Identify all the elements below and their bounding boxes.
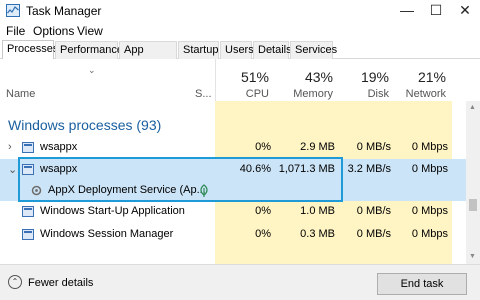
network-value: 0 Mbps — [411, 228, 448, 240]
fewer-details-link[interactable]: Fewer details — [28, 277, 93, 289]
footer-bar: ⌃ Fewer details End task — [0, 264, 480, 300]
memory-label: Memory — [293, 88, 333, 100]
maximize-button[interactable]: ☐ — [421, 0, 451, 22]
network-value: 0 Mbps — [411, 205, 448, 217]
collapse-chevron-icon[interactable]: ⌄ — [8, 163, 17, 176]
cpu-value: 0% — [255, 205, 271, 217]
tab-details[interactable]: Details — [253, 41, 292, 59]
scroll-up-icon[interactable]: ▲ — [469, 104, 476, 111]
cpu-total: 51% — [240, 69, 269, 85]
vertical-scrollbar[interactable]: ▲ ▼ — [466, 101, 480, 264]
memory-value: 2.9 MB — [300, 141, 335, 153]
process-icon — [22, 229, 34, 240]
group-header[interactable]: Windows processes (93) — [8, 117, 161, 133]
task-manager-icon — [6, 4, 20, 17]
window-title: Task Manager — [26, 4, 102, 18]
memory-total: 43% — [304, 69, 333, 85]
collapse-circle-icon[interactable]: ⌃ — [8, 275, 22, 289]
network-total: 21% — [417, 69, 446, 85]
disk-value: 3.2 MB/s — [347, 163, 391, 175]
cpu-value: 0% — [255, 228, 271, 240]
cpu-value: 0% — [255, 141, 271, 153]
process-name: wsappx — [40, 141, 78, 153]
memory-value: 1.0 MB — [300, 205, 335, 217]
column-cpu[interactable]: 51% CPU — [215, 59, 275, 101]
scroll-down-icon[interactable]: ▼ — [469, 253, 476, 260]
menu-options[interactable]: Options — [33, 24, 74, 38]
tab-users[interactable]: Users — [220, 41, 254, 59]
disk-value: 0 MB/s — [356, 228, 391, 240]
column-disk[interactable]: 19% Disk — [339, 59, 395, 101]
tab-startup[interactable]: Startup — [178, 41, 219, 59]
minimize-button[interactable]: — — [392, 0, 422, 22]
expand-chevron-icon[interactable]: › — [8, 141, 12, 153]
tab-strip: Processes Performance App history Startu… — [0, 40, 480, 72]
column-memory[interactable]: 43% Memory — [275, 59, 339, 101]
scrollbar-thumb[interactable] — [469, 199, 477, 211]
disk-value: 0 MB/s — [356, 205, 391, 217]
process-icon — [22, 142, 34, 153]
title-bar: Task Manager — ☐ ✕ — [0, 0, 480, 22]
sort-chevron-icon[interactable]: ⌄ — [88, 65, 96, 76]
table-row[interactable]: › wsappx 0% 2.9 MB 0 MB/s 0 Mbps — [0, 137, 466, 158]
tab-app-history[interactable]: App history — [119, 41, 177, 72]
column-network[interactable]: 21% Network — [395, 59, 452, 101]
menu-bar: File Options View — [0, 22, 480, 40]
network-value: 0 Mbps — [411, 163, 448, 175]
disk-value: 0 MB/s — [356, 141, 391, 153]
column-header: ⌄ Name S... 51% CPU 43% Memory 19% Disk … — [0, 59, 480, 101]
column-name[interactable]: Name — [6, 88, 35, 100]
tab-processes[interactable]: Processes — [2, 40, 58, 60]
menu-view[interactable]: View — [77, 24, 103, 38]
network-value: 0 Mbps — [411, 141, 448, 153]
disk-total: 19% — [360, 69, 389, 85]
close-button[interactable]: ✕ — [450, 0, 480, 22]
process-icon — [22, 206, 34, 217]
highlight-box — [18, 157, 343, 202]
process-name: Windows Session Manager — [40, 228, 174, 240]
table-row[interactable]: Windows Session Manager 0% 0.3 MB 0 MB/s… — [0, 224, 466, 245]
column-status[interactable]: S... — [195, 88, 212, 100]
end-task-button[interactable]: End task — [377, 273, 467, 295]
tab-performance[interactable]: Performance — [55, 41, 123, 59]
tab-services[interactable]: Services — [290, 41, 337, 59]
process-name: Windows Start-Up Application — [40, 205, 185, 217]
menu-file[interactable]: File — [6, 24, 25, 38]
cpu-label: CPU — [245, 88, 269, 100]
disk-label: Disk — [367, 88, 389, 100]
table-row[interactable]: Windows Start-Up Application 0% 1.0 MB 0… — [0, 201, 466, 222]
network-label: Network — [405, 88, 446, 100]
memory-value: 0.3 MB — [300, 228, 335, 240]
